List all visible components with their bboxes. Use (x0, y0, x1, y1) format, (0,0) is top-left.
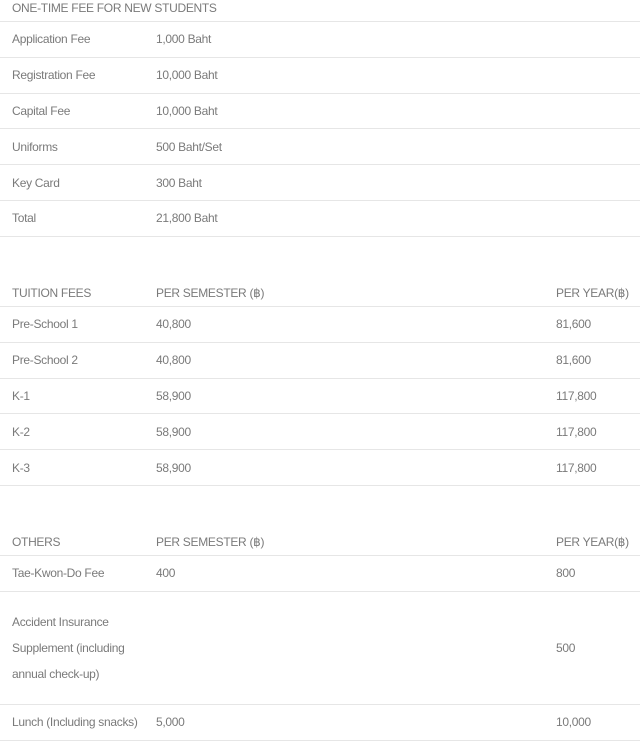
table-row: Uniforms 500 Baht/Set (0, 129, 640, 166)
table-row: Application Fee 1,000 Baht (0, 22, 640, 58)
row-label: Lunch (Including snacks) (12, 715, 138, 730)
row-value: 21,800 Baht (156, 211, 218, 226)
others-table: OTHERS PER SEMESTER (฿) PER YEAR(฿) Tae-… (0, 534, 640, 741)
table-row: Tae-Kwon-Do Fee 400 800 (0, 556, 640, 592)
row-value: 1,000 Baht (156, 32, 212, 47)
row-semester: 5,000 (156, 715, 185, 730)
row-label: Tae-Kwon-Do Fee (12, 566, 105, 581)
row-label: Pre-School 1 (12, 317, 78, 332)
row-value: 300 Baht (156, 175, 202, 190)
header-year: PER YEAR(฿) (556, 286, 629, 300)
row-semester: 400 (156, 566, 176, 581)
header-year: PER YEAR(฿) (556, 535, 629, 549)
row-label: K-3 (12, 460, 30, 475)
header-label: OTHERS (12, 535, 61, 549)
row-label: Application Fee (12, 32, 91, 47)
row-year: 81,600 (556, 317, 591, 332)
row-semester: 58,900 (156, 388, 191, 403)
row-year: 500 (556, 640, 576, 655)
table-header: ONE-TIME FEE FOR NEW STUDENTS (0, 0, 640, 22)
row-year: 117,800 (556, 424, 597, 439)
row-label: Capital Fee (12, 103, 71, 118)
one-time-fee-table: ONE-TIME FEE FOR NEW STUDENTS Applicatio… (0, 0, 640, 237)
row-label: K-2 (12, 424, 30, 439)
table-row: K-1 58,900 117,800 (0, 379, 640, 415)
row-label: Registration Fee (12, 68, 96, 83)
row-year: 117,800 (556, 388, 597, 403)
tuition-fees-table: TUITION FEES PER SEMESTER (฿) PER YEAR(฿… (0, 285, 640, 486)
table-row-total: Total 21,800 Baht (0, 201, 640, 237)
table-row: Lunch (Including snacks) 5,000 10,000 (0, 705, 640, 741)
row-value: 10,000 Baht (156, 68, 218, 83)
table-row: Registration Fee 10,000 Baht (0, 58, 640, 94)
row-label: Pre-School 2 (12, 353, 78, 368)
row-year: 117,800 (556, 460, 597, 475)
row-value: 10,000 Baht (156, 103, 218, 118)
row-semester: 40,800 (156, 317, 191, 332)
row-label: K-1 (12, 388, 30, 403)
row-value: 500 Baht/Set (156, 139, 222, 154)
header-semester: PER SEMESTER (฿) (156, 535, 265, 549)
row-year: 800 (556, 566, 576, 581)
row-year: 10,000 (556, 715, 591, 730)
table-header: TUITION FEES PER SEMESTER (฿) PER YEAR(฿… (0, 285, 640, 307)
table-row: Accident Insurance Supplement (including… (0, 592, 640, 705)
header-semester: PER SEMESTER (฿) (156, 286, 265, 300)
row-year: 81,600 (556, 353, 591, 368)
row-semester: 40,800 (156, 353, 191, 368)
row-label: Total (12, 211, 36, 226)
table-row: Pre-School 1 40,800 81,600 (0, 307, 640, 343)
row-semester: 58,900 (156, 460, 191, 475)
table-row: K-2 58,900 117,800 (0, 414, 640, 451)
row-label: Uniforms (12, 139, 58, 154)
table-row: Capital Fee 10,000 Baht (0, 94, 640, 130)
header-label: TUITION FEES (12, 286, 92, 300)
row-label: Key Card (12, 175, 60, 190)
table-row: Pre-School 2 40,800 81,600 (0, 343, 640, 379)
row-semester: 58,900 (156, 424, 191, 439)
table-row: K-3 58,900 117,800 (0, 450, 640, 486)
header-label: ONE-TIME FEE FOR NEW STUDENTS (12, 1, 217, 15)
table-header: OTHERS PER SEMESTER (฿) PER YEAR(฿) (0, 534, 640, 556)
row-label: Accident Insurance Supplement (including… (12, 614, 125, 681)
table-row: Key Card 300 Baht (0, 165, 640, 201)
